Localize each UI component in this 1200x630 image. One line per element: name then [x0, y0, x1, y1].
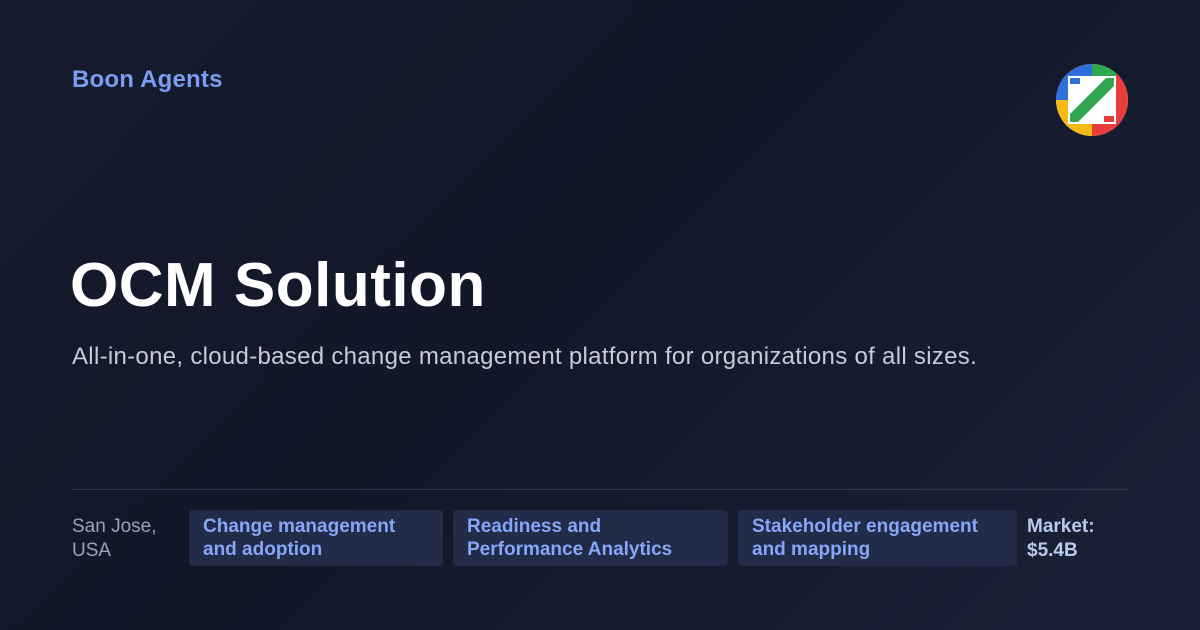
- location: San Jose, USA: [72, 515, 182, 563]
- tag-label-line2: and adoption: [203, 539, 323, 560]
- market-size: Market: $5.4B: [1027, 515, 1127, 563]
- tag-label-line1: Change management: [203, 516, 396, 537]
- tag-label-line2: Performance Analytics: [467, 539, 673, 560]
- tag-stakeholder-engagement: Stakeholder engagement and mapping: [738, 510, 1017, 566]
- location-country: USA: [72, 540, 112, 561]
- boon-agents-logo-icon: [1056, 64, 1128, 136]
- market-value: $5.4B: [1027, 540, 1078, 561]
- tag-readiness-analytics: Readiness and Performance Analytics: [453, 510, 728, 566]
- page-title: OCM Solution: [70, 251, 486, 320]
- market-label: Market:: [1027, 516, 1095, 537]
- location-city: San Jose,: [72, 516, 157, 537]
- page-subtitle: All-in-one, cloud-based change managemen…: [72, 343, 978, 370]
- tag-label-line1: Readiness and: [467, 516, 602, 537]
- tag-change-management: Change management and adoption: [189, 510, 443, 566]
- tag-label-line2: and mapping: [752, 539, 871, 560]
- footer-divider: [72, 489, 1128, 490]
- tag-label-line1: Stakeholder engagement: [752, 516, 978, 537]
- brand-name: Boon Agents: [72, 66, 223, 93]
